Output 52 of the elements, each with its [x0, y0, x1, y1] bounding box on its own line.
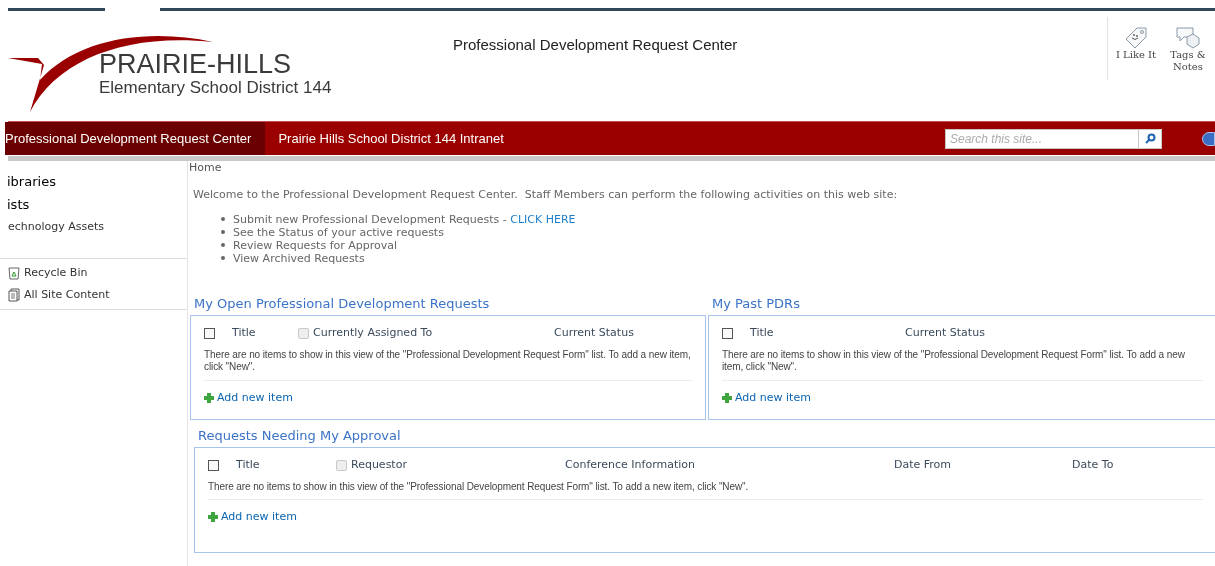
select-all-checkbox[interactable]: [722, 328, 733, 339]
column-header[interactable]: Date To: [1072, 457, 1114, 474]
document-icon: [8, 287, 20, 302]
column-header[interactable]: Requestor: [351, 457, 407, 474]
speech-tag-icon: [1175, 25, 1201, 49]
plus-icon: [204, 392, 214, 403]
add-new-item-link[interactable]: Add new item: [735, 389, 811, 406]
activity-item: View Archived Requests: [233, 251, 365, 265]
presence-checkbox-icon: [298, 328, 309, 339]
empty-list-message: There are no items to show in this view of the "Professional Development Request Form" list. To add a new item, click "New".: [208, 480, 1203, 500]
plus-icon: [722, 392, 732, 403]
sidebar-link[interactable]: Recycle Bin: [24, 265, 88, 282]
empty-list-message: There are no items to show in this view of the "Professional Development Request Form" list. To add a new item, click "New".: [204, 348, 692, 381]
select-all-checkbox[interactable]: [204, 328, 215, 339]
column-header[interactable]: Title: [232, 325, 256, 342]
ribbon-action-button[interactable]: Tags & Notes: [1165, 17, 1211, 80]
column-header[interactable]: Date From: [894, 457, 952, 474]
activity-item: Review Requests for Approval: [233, 238, 398, 252]
breadcrumb-link[interactable]: Home: [189, 161, 1215, 175]
search-field[interactable]: Search this site...: [945, 128, 1139, 149]
activity-item: Submit new Professional Development Requests - CLICK HERE: [233, 212, 576, 226]
plus-icon: [208, 512, 218, 523]
add-new-item-link[interactable]: Add new item: [217, 389, 293, 406]
welcome-text: Welcome to the Professional Development Request Center. Staff Members can perform the following activities on this web site:: [192, 187, 899, 203]
column-header[interactable]: Current Status: [905, 325, 985, 342]
add-new-item-link[interactable]: Add new item: [221, 509, 297, 526]
column-header[interactable]: Title: [750, 325, 774, 342]
presence-checkbox-icon: [336, 460, 347, 471]
column-header[interactable]: Title: [236, 457, 260, 474]
logo-title: PRAIRIE-HILLS: [99, 50, 293, 78]
sidebar-item[interactable]: echnology Assets: [0, 216, 187, 238]
sidebar-link[interactable]: All Site Content: [24, 286, 110, 303]
ribbon-action-button[interactable]: I Like It: [1113, 17, 1159, 80]
column-header[interactable]: Current Status: [554, 325, 634, 342]
sidebar-heading[interactable]: ists: [0, 193, 187, 216]
smiley-tag-icon: [1123, 25, 1149, 49]
recycle-bin-icon: [8, 266, 20, 281]
top-nav-tab[interactable]: Professional Development Request Center: [5, 122, 266, 155]
click-here-link[interactable]: CLICK HERE: [510, 212, 576, 226]
sidebar-heading[interactable]: ibraries: [0, 170, 187, 193]
web-part-title[interactable]: My Past PDRs: [708, 292, 1215, 315]
empty-list-message: There are no items to show in this view of the "Professional Development Request Form" list. To add a new item, click "New".: [722, 348, 1203, 381]
web-part-title[interactable]: My Open Professional Development Requests: [190, 292, 706, 315]
site-title: Professional Development Request Center: [453, 36, 738, 53]
column-header[interactable]: Currently Assigned To: [313, 325, 433, 342]
search-button[interactable]: [1139, 128, 1162, 149]
activity-item: See the Status of your active requests: [233, 225, 444, 239]
logo-subtitle: Elementary School District 144: [99, 78, 332, 98]
column-header[interactable]: Conference Information: [565, 457, 696, 474]
web-part-title[interactable]: Requests Needing My Approval: [194, 424, 1215, 447]
search-icon: [1144, 133, 1156, 144]
select-all-checkbox[interactable]: [208, 460, 219, 471]
